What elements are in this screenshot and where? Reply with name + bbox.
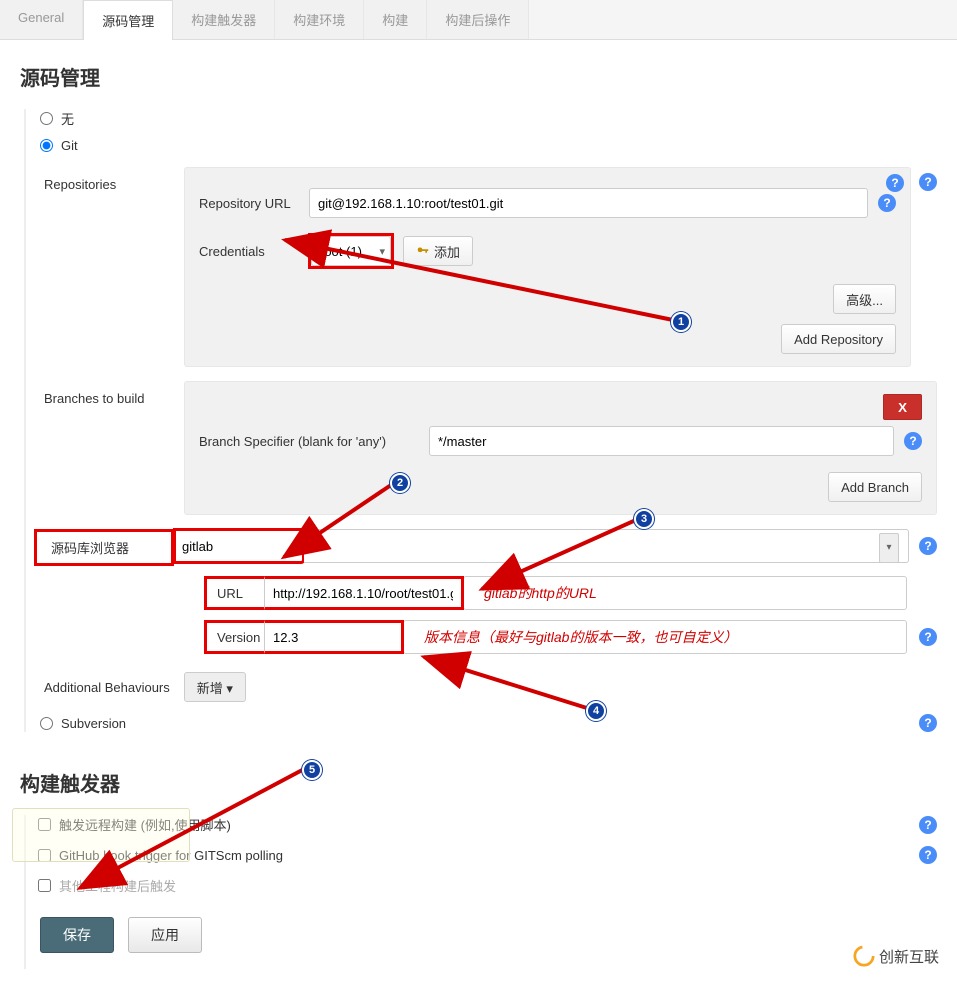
annotation-badge-4: 4 <box>586 701 606 721</box>
trigger-remote-label: 触发远程构建 (例如,使用脚本) <box>59 815 231 834</box>
additional-behaviours-label: Additional Behaviours <box>44 680 170 695</box>
trigger-github-checkbox[interactable] <box>38 849 51 862</box>
tab-general[interactable]: General <box>0 0 83 39</box>
key-icon <box>416 244 430 258</box>
credentials-select[interactable]: root (1) <box>311 236 391 266</box>
trigger-other-label: 其他工程构建后触发 <box>59 876 176 895</box>
help-icon[interactable]: ? <box>919 173 937 191</box>
repositories-panel: ? Repository URL ? Credentials root (1) <box>184 167 911 367</box>
annotation-badge-2: 2 <box>390 473 410 493</box>
scm-git-label: Git <box>61 138 78 153</box>
help-icon[interactable]: ? <box>919 816 937 834</box>
trigger-github-label: GitHub hook trigger for GITScm polling <box>59 848 283 863</box>
scm-heading: 源码管理 <box>20 62 937 91</box>
add-behaviour-button[interactable]: 新增 ▾ <box>184 672 246 702</box>
tab-build[interactable]: 构建 <box>364 0 427 39</box>
version-annotation: 版本信息（最好与gitlab的版本一致，也可自定义） <box>424 620 737 654</box>
url-annotation: gitlab的http的URL <box>484 576 597 610</box>
add-repository-button[interactable]: Add Repository <box>781 324 896 354</box>
tab-scm[interactable]: 源码管理 <box>83 0 173 40</box>
branches-panel: X Branch Specifier (blank for 'any') ? A… <box>184 381 937 515</box>
apply-button[interactable]: 应用 <box>128 917 202 953</box>
tab-env[interactable]: 构建环境 <box>275 0 364 39</box>
repo-browser-select-ext[interactable] <box>304 529 909 563</box>
scm-none-radio[interactable] <box>40 112 53 125</box>
triggers-section: 构建触发器 5 触发远程构建 (例如,使用脚本) ? GitHub hook t… <box>0 754 957 981</box>
credentials-label: Credentials <box>199 244 299 259</box>
trigger-remote-checkbox[interactable] <box>38 818 51 831</box>
help-icon[interactable]: ? <box>919 846 937 864</box>
repo-url-input[interactable] <box>309 188 868 218</box>
advanced-button[interactable]: 高级... <box>833 284 896 314</box>
branches-label: Branches to build <box>34 381 184 406</box>
help-icon[interactable]: ? <box>904 432 922 450</box>
repositories-label: Repositories <box>34 167 184 192</box>
branch-specifier-label: Branch Specifier (blank for 'any') <box>199 434 419 449</box>
help-icon[interactable]: ? <box>878 194 896 212</box>
tab-triggers[interactable]: 构建触发器 <box>173 0 275 39</box>
browser-url-input[interactable] <box>264 576 464 610</box>
scm-svn-radio[interactable] <box>40 717 53 730</box>
branch-specifier-input[interactable] <box>429 426 894 456</box>
delete-branch-button[interactable]: X <box>883 394 922 420</box>
add-credentials-button[interactable]: 添加 <box>403 236 473 266</box>
tab-post[interactable]: 构建后操作 <box>427 0 529 39</box>
scm-svn-label: Subversion <box>61 716 126 731</box>
logo-icon <box>853 945 875 967</box>
save-button[interactable]: 保存 <box>40 917 114 953</box>
triggers-heading: 构建触发器 <box>20 768 937 797</box>
help-icon[interactable]: ? <box>919 714 937 732</box>
help-icon[interactable]: ? <box>919 628 937 646</box>
scm-none-label: 无 <box>61 109 74 128</box>
annotation-badge-3: 3 <box>634 509 654 529</box>
annotation-badge-5: 5 <box>302 760 322 780</box>
repo-url-label: Repository URL <box>199 196 299 211</box>
repo-browser-select[interactable] <box>174 529 304 563</box>
browser-version-label: Version <box>204 620 264 654</box>
trigger-other-checkbox[interactable] <box>38 879 51 892</box>
config-tabs: General 源码管理 构建触发器 构建环境 构建 构建后操作 <box>0 0 957 40</box>
annotation-badge-1: 1 <box>671 312 691 332</box>
browser-url-label: URL <box>204 576 264 610</box>
scm-section: 源码管理 无 Git Repositories ? Repository URL… <box>0 40 957 754</box>
add-branch-button[interactable]: Add Branch <box>828 472 922 502</box>
browser-version-input[interactable] <box>264 620 404 654</box>
help-icon[interactable]: ? <box>919 537 937 555</box>
brand-logo: 创新互联 <box>853 945 939 967</box>
repo-browser-label: 源码库浏览器 <box>34 529 174 566</box>
scm-git-radio[interactable] <box>40 139 53 152</box>
